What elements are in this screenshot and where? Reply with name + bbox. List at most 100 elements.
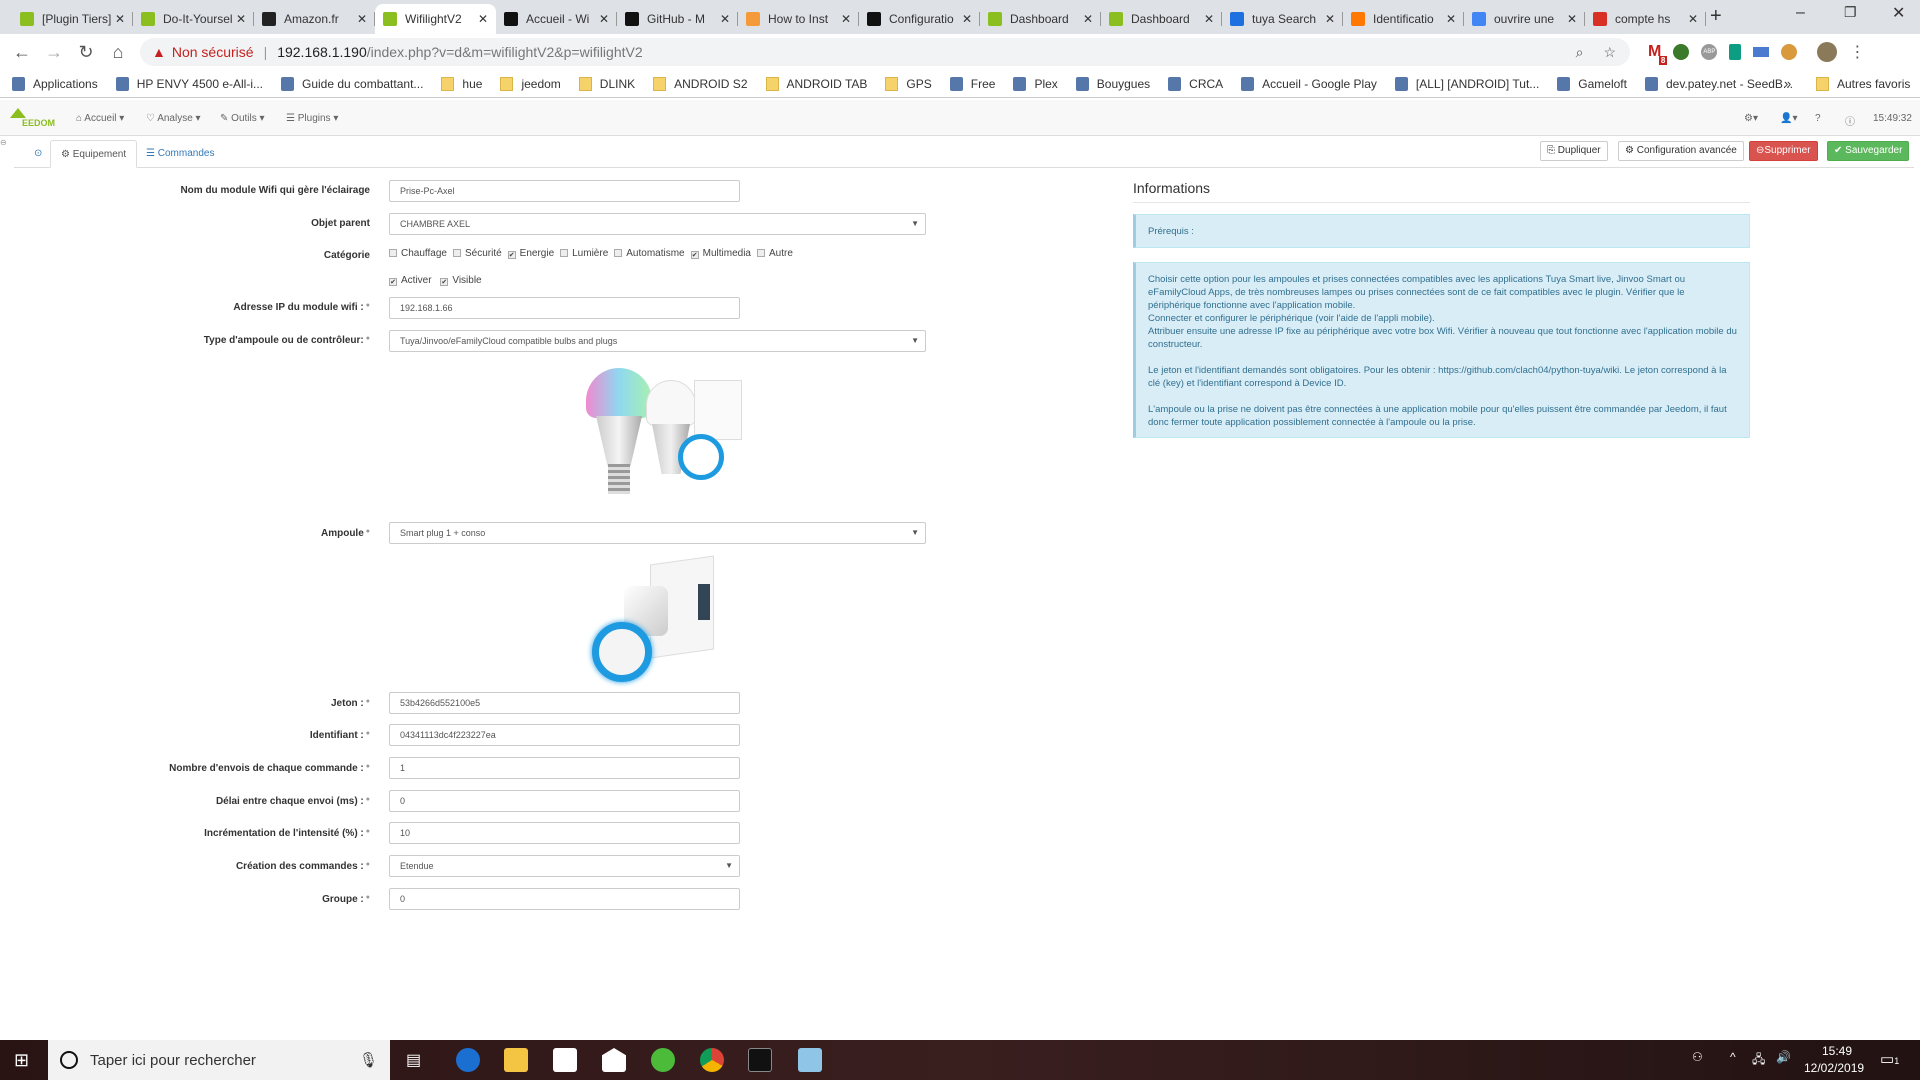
- browser-tab[interactable]: Dashboard ✕: [980, 4, 1101, 34]
- type-select[interactable]: Tuya/Jinvoo/eFamilyCloud compatible bulb…: [389, 330, 926, 352]
- close-tab-icon[interactable]: ✕: [1083, 12, 1093, 26]
- task-view-icon[interactable]: ▤: [406, 1050, 421, 1070]
- checkbox[interactable]: [756, 249, 765, 257]
- bookmark[interactable]: jeedom: [500, 76, 561, 91]
- new-tab-button[interactable]: +: [1710, 5, 1722, 28]
- browser-tab[interactable]: [Plugin Tiers] ✕: [12, 4, 133, 34]
- taskbar-search[interactable]: Taper ici pour rechercher 🎙: [48, 1040, 390, 1080]
- jeedom-logo[interactable]: EEDOM: [10, 108, 56, 130]
- extension-icon[interactable]: [1729, 44, 1742, 60]
- save-button[interactable]: ✔ Sauvegarder: [1827, 141, 1910, 161]
- other-bookmarks[interactable]: Autres favoris: [1816, 77, 1910, 91]
- clock-date[interactable]: 12/02/2019: [1804, 1061, 1864, 1075]
- bookmark[interactable]: Free: [949, 76, 995, 91]
- menu-plugins[interactable]: ☰ Plugins ▾: [286, 113, 338, 124]
- close-tab-icon[interactable]: ✕: [357, 12, 367, 26]
- ip-input[interactable]: 192.168.1.66: [389, 297, 740, 319]
- browser-tab[interactable]: WifilightV2 ✕: [375, 4, 496, 34]
- category-autre[interactable]: Autre: [756, 248, 793, 259]
- bookmark[interactable]: Bouygues: [1075, 76, 1150, 91]
- home-icon[interactable]: ⌂: [106, 40, 130, 64]
- url-bar[interactable]: ▲ Non sécurisé | 192.168.1.190 /index.ph…: [140, 38, 1630, 66]
- help-icon[interactable]: ?: [1815, 113, 1821, 124]
- browser-tab[interactable]: compte hs ✕: [1585, 4, 1706, 34]
- checkbox[interactable]: [560, 249, 569, 257]
- browser-tab[interactable]: Configuratio ✕: [859, 4, 980, 34]
- minimize-button[interactable]: –: [1796, 4, 1805, 22]
- checkbox[interactable]: [452, 249, 461, 257]
- token-input[interactable]: 53b4266d552100e5: [389, 692, 740, 714]
- close-tab-icon[interactable]: ✕: [1688, 12, 1698, 26]
- browser-tab[interactable]: Dashboard ✕: [1101, 4, 1222, 34]
- identifier-input[interactable]: 04341113dc4f223227ea: [389, 724, 740, 746]
- close-tab-icon[interactable]: ✕: [478, 12, 488, 26]
- info-icon[interactable]: ⓘ: [1845, 113, 1855, 128]
- name-input[interactable]: Prise-Pc-Axel: [389, 180, 740, 202]
- checkbox[interactable]: ✔: [507, 251, 516, 259]
- close-tab-icon[interactable]: ✕: [1325, 12, 1335, 26]
- checkbox[interactable]: ✔: [690, 251, 699, 259]
- star-icon[interactable]: ☆: [1603, 44, 1616, 61]
- browser-tab[interactable]: ouvrire une ✕: [1464, 4, 1585, 34]
- close-tab-icon[interactable]: ✕: [115, 12, 125, 26]
- bookmark[interactable]: Applications: [12, 76, 98, 91]
- group-input[interactable]: 0: [389, 888, 740, 910]
- duplicate-button[interactable]: ⎘ Dupliquer: [1540, 141, 1608, 161]
- tray-expand-icon[interactable]: ^: [1730, 1050, 1736, 1064]
- network-icon[interactable]: 🖧: [1752, 1050, 1765, 1071]
- increment-input[interactable]: 10: [389, 822, 740, 844]
- menu-icon[interactable]: ⋮: [1849, 42, 1865, 62]
- category-lumière[interactable]: Lumière: [560, 248, 608, 259]
- bookmark[interactable]: DLINK: [578, 76, 635, 91]
- category-sécurité[interactable]: Sécurité: [452, 248, 502, 259]
- category-energie[interactable]: ✔ Energie: [507, 248, 554, 259]
- browser-tab[interactable]: Amazon.fr ✕: [254, 4, 375, 34]
- back-icon[interactable]: ←: [10, 40, 34, 64]
- close-tab-icon[interactable]: ✕: [1204, 12, 1214, 26]
- bookmark[interactable]: ANDROID TAB: [765, 76, 867, 91]
- menu-analyse[interactable]: ♡ Analyse ▾: [146, 113, 201, 124]
- browser-tab[interactable]: How to Inst ✕: [738, 4, 859, 34]
- messaging-icon[interactable]: [651, 1048, 675, 1072]
- browser-tab[interactable]: Identificatio ✕: [1343, 4, 1464, 34]
- settings-menu-icon[interactable]: ⚙▾: [1744, 113, 1758, 124]
- back-tab-icon[interactable]: ⊙: [24, 140, 52, 168]
- tab-equipement[interactable]: ⚙ Equipement: [50, 140, 138, 168]
- bookmark[interactable]: Accueil - Google Play: [1241, 76, 1377, 91]
- collapse-icon[interactable]: ⊖: [0, 138, 7, 147]
- volume-icon[interactable]: 🔊: [1776, 1050, 1791, 1064]
- browser-tab[interactable]: GitHub - M ✕: [617, 4, 738, 34]
- close-tab-icon[interactable]: ✕: [720, 12, 730, 26]
- terminal-icon[interactable]: [748, 1048, 772, 1072]
- parent-select[interactable]: CHAMBRE AXEL: [389, 213, 926, 235]
- microphone-icon[interactable]: 🎙: [359, 1051, 378, 1069]
- close-tab-icon[interactable]: ✕: [599, 12, 609, 26]
- user-menu-icon[interactable]: 👤▾: [1780, 113, 1797, 124]
- bookmark[interactable]: Plex: [1013, 76, 1058, 91]
- bookmark[interactable]: HP ENVY 4500 e-All-i...: [115, 76, 263, 91]
- extension-icon[interactable]: [1753, 47, 1770, 57]
- reload-icon[interactable]: ↻: [74, 40, 98, 64]
- close-tab-icon[interactable]: ✕: [841, 12, 851, 26]
- category-multimedia[interactable]: ✔ Multimedia: [690, 248, 751, 259]
- checkbox[interactable]: ✔: [389, 278, 397, 286]
- bookmarks-more[interactable]: »: [1784, 76, 1791, 91]
- file-explorer-icon[interactable]: [504, 1048, 528, 1072]
- category-chauffage[interactable]: Chauffage: [389, 248, 447, 259]
- menu-outils[interactable]: ✎ Outils ▾: [220, 113, 265, 124]
- bookmark[interactable]: dev.patey.net - SeedB...: [1644, 76, 1793, 91]
- advanced-config-button[interactable]: ⚙ Configuration avancée: [1618, 141, 1744, 161]
- bookmark[interactable]: [ALL] [ANDROID] Tut...: [1394, 76, 1539, 91]
- visible-checkbox[interactable]: ✔ Visible: [440, 275, 482, 286]
- bookmark[interactable]: Guide du combattant...: [281, 76, 423, 91]
- extension-icon[interactable]: [1781, 44, 1798, 60]
- avatar[interactable]: [1817, 42, 1838, 62]
- bulb-select[interactable]: Smart plug 1 + conso: [389, 522, 926, 544]
- people-icon[interactable]: ⚇: [1692, 1050, 1703, 1064]
- delete-button[interactable]: ⊖Supprimer: [1749, 141, 1818, 161]
- close-tab-icon[interactable]: ✕: [962, 12, 972, 26]
- forward-icon[interactable]: →: [42, 40, 66, 64]
- store-icon[interactable]: [553, 1048, 577, 1072]
- menu-accueil[interactable]: ⌂ Accueil ▾: [76, 113, 124, 124]
- checkbox[interactable]: [389, 249, 397, 257]
